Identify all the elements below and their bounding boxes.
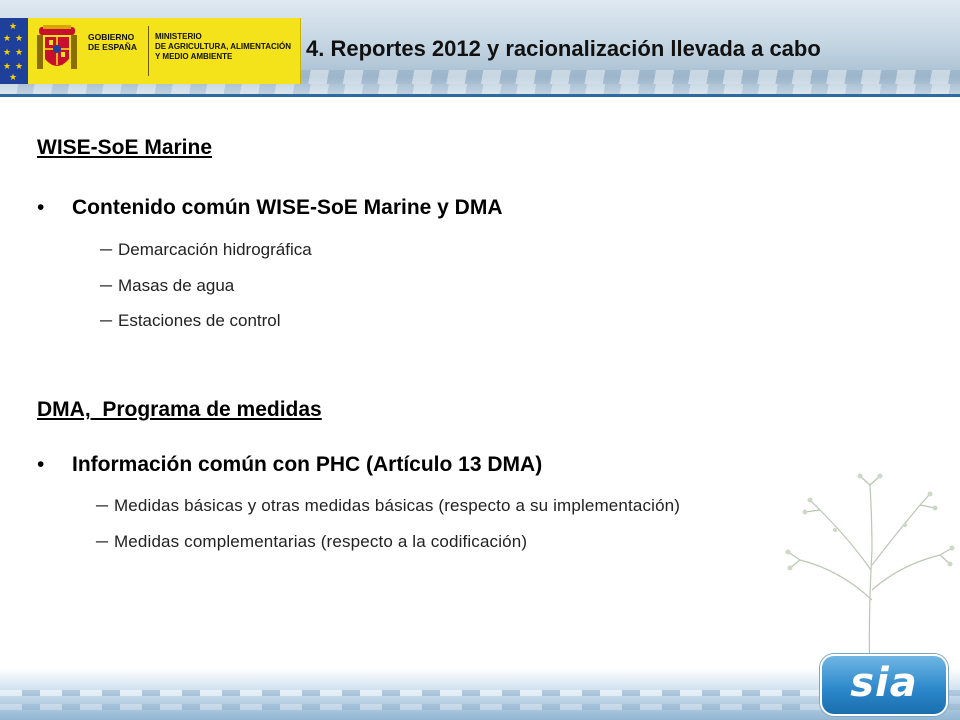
eu-flag-icon: ★ ★ ★ ★ ★ ★ ★ ★ [0,18,28,84]
sub-item-text: Medidas complementarias (respecto a la c… [114,532,528,551]
sia-logo: sia [820,654,948,716]
section-heading-wise: WISE-SoE Marine [37,136,213,159]
footer-ripple [0,704,960,710]
government-logo: ★ ★ ★ ★ ★ ★ ★ ★ GOBIERNO DE ESPAÑA MINIS… [0,18,301,84]
dash-symbol: ─ [100,276,113,295]
sia-logo-text: sia [850,660,918,706]
bullet-item: • Contenido común WISE-SoE Marine y DMA [37,196,503,220]
sub-item: ─ Estaciones de control [100,311,281,331]
sub-item-text: Masas de agua [118,276,235,295]
footer-band [0,668,960,720]
bullet-symbol: • [37,196,45,219]
bullet-symbol: • [37,453,45,476]
coat-of-arms-icon [37,25,77,69]
dash-symbol: ─ [96,496,109,515]
ministry-name-line: DE AGRICULTURA, ALIMENTACIÓN [155,42,291,51]
slide-title: 4. Reportes 2012 y racionalización lleva… [306,36,821,61]
dash-symbol: ─ [100,311,113,330]
ministry-name: MINISTERIO DE AGRICULTURA, ALIMENTACIÓN … [155,32,297,62]
bullet-item: • Información común con PHC (Artículo 13 … [37,453,542,477]
sub-item: ─ Medidas básicas y otras medidas básicas… [96,496,680,516]
bullet-text: Información común con PHC (Artículo 13 D… [72,453,543,476]
ministry-name-line: MINISTERIO [155,32,202,41]
government-name-line: GOBIERNO [88,32,135,42]
sub-item-text: Demarcación hidrográfica [118,240,312,259]
government-name-line: DE ESPAÑA [88,42,137,52]
dash-symbol: ─ [96,532,109,551]
logo-divider [148,26,149,76]
sub-item: ─ Demarcación hidrográfica [100,240,312,260]
dash-symbol: ─ [100,240,113,259]
header-divider [0,94,960,97]
ministry-name-line: Y MEDIO AMBIENTE [155,52,233,61]
sub-item: ─ Medidas complementarias (respecto a la … [96,532,527,552]
bullet-text: Contenido común WISE-SoE Marine y DMA [72,196,503,219]
sub-item-text: Estaciones de control [118,311,281,330]
sub-item-text: Medidas básicas y otras medidas básicas … [114,496,681,515]
sub-item: ─ Masas de agua [100,276,234,296]
government-name: GOBIERNO DE ESPAÑA [88,32,146,52]
section-heading-dma: DMA, Programa de medidas [37,398,322,421]
footer-ripple [0,690,960,696]
